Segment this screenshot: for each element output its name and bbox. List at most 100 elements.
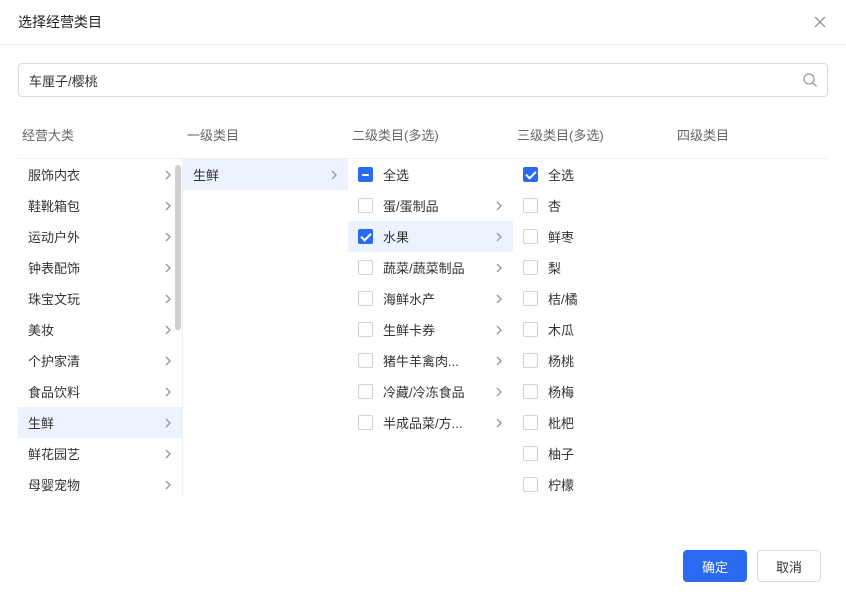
checkbox[interactable]: [523, 322, 538, 337]
list-item[interactable]: 运动户外: [18, 221, 182, 252]
checkbox[interactable]: [358, 229, 373, 244]
item-label: 全选: [383, 165, 505, 184]
list-item[interactable]: 生鲜: [18, 407, 182, 438]
list-item[interactable]: 冷藏/冷冻食品: [348, 376, 513, 407]
search-input[interactable]: [18, 63, 828, 97]
column-3: 全选杏鲜枣梨桔/橘木瓜杨桃杨梅枇杷柚子柠檬: [513, 159, 673, 498]
chevron-right-icon: [493, 324, 505, 336]
search-bar: [18, 63, 828, 97]
column-1: 生鲜: [183, 159, 348, 498]
list-item[interactable]: 猪牛羊禽肉...: [348, 345, 513, 376]
list-item[interactable]: 个护家清: [18, 345, 182, 376]
item-label: 鞋靴箱包: [28, 196, 162, 215]
checkbox[interactable]: [358, 415, 373, 430]
checkbox[interactable]: [523, 198, 538, 213]
list-item[interactable]: 鞋靴箱包: [18, 190, 182, 221]
chevron-right-icon: [162, 169, 174, 181]
item-label: 半成品菜/方...: [383, 413, 493, 432]
checkbox[interactable]: [358, 353, 373, 368]
list-item[interactable]: 杨桃: [513, 345, 673, 376]
checkbox[interactable]: [523, 477, 538, 492]
chevron-right-icon: [162, 293, 174, 305]
columns-header: 经营大类 一级类目 二级类目(多选) 三级类目(多选) 四级类目: [18, 117, 828, 158]
list-item[interactable]: 鲜枣: [513, 221, 673, 252]
item-label: 蛋/蛋制品: [383, 196, 493, 215]
checkbox[interactable]: [358, 291, 373, 306]
dialog-title: 选择经营类目: [18, 12, 102, 32]
cancel-button[interactable]: 取消: [757, 550, 821, 582]
item-label: 猪牛羊禽肉...: [383, 351, 493, 370]
list-item[interactable]: 木瓜: [513, 314, 673, 345]
item-label: 食品饮料: [28, 382, 162, 401]
list-item[interactable]: 杏: [513, 190, 673, 221]
close-icon[interactable]: [812, 14, 828, 30]
checkbox[interactable]: [358, 384, 373, 399]
chevron-right-icon: [493, 200, 505, 212]
item-label: 梨: [548, 258, 665, 277]
checkbox[interactable]: [523, 446, 538, 461]
list-item[interactable]: 海鲜水产: [348, 283, 513, 314]
list-item[interactable]: 水果: [348, 221, 513, 252]
col-header-2: 二级类目(多选): [348, 117, 513, 158]
chevron-right-icon: [493, 262, 505, 274]
checkbox[interactable]: [358, 260, 373, 275]
item-label: 美妆: [28, 320, 162, 339]
checkbox[interactable]: [523, 291, 538, 306]
checkbox[interactable]: [523, 384, 538, 399]
checkbox[interactable]: [523, 167, 538, 182]
list-item[interactable]: 珠宝文玩: [18, 283, 182, 314]
list-item[interactable]: 蔬菜/蔬菜制品: [348, 252, 513, 283]
chevron-right-icon: [162, 262, 174, 274]
list-item[interactable]: 蛋/蛋制品: [348, 190, 513, 221]
list-item[interactable]: 全选: [348, 159, 513, 190]
item-label: 鲜花园艺: [28, 444, 162, 463]
col-header-1: 一级类目: [183, 117, 348, 158]
list-item[interactable]: 美妆: [18, 314, 182, 345]
item-label: 桔/橘: [548, 289, 665, 308]
list-item[interactable]: 母婴宠物: [18, 469, 182, 498]
item-label: 柠檬: [548, 475, 665, 494]
list-item[interactable]: 桔/橘: [513, 283, 673, 314]
item-label: 个护家清: [28, 351, 162, 370]
list-item[interactable]: 杨梅: [513, 376, 673, 407]
list-item[interactable]: 钟表配饰: [18, 252, 182, 283]
search-icon[interactable]: [802, 72, 818, 88]
chevron-right-icon: [493, 386, 505, 398]
chevron-right-icon: [162, 448, 174, 460]
list-item[interactable]: 食品饮料: [18, 376, 182, 407]
checkbox[interactable]: [523, 229, 538, 244]
checkbox[interactable]: [523, 415, 538, 430]
item-label: 服饰内衣: [28, 165, 162, 184]
dialog-header: 选择经营类目: [0, 0, 846, 45]
checkbox[interactable]: [358, 322, 373, 337]
item-label: 全选: [548, 165, 665, 184]
list-item[interactable]: 全选: [513, 159, 673, 190]
list-item[interactable]: 生鲜: [183, 159, 348, 190]
checkbox[interactable]: [358, 167, 373, 182]
item-label: 蔬菜/蔬菜制品: [383, 258, 493, 277]
col-header-3: 三级类目(多选): [513, 117, 673, 158]
confirm-button[interactable]: 确定: [683, 550, 747, 582]
item-label: 生鲜卡券: [383, 320, 493, 339]
chevron-right-icon: [162, 231, 174, 243]
chevron-right-icon: [162, 355, 174, 367]
list-item[interactable]: 生鲜卡券: [348, 314, 513, 345]
list-item[interactable]: 枇杷: [513, 407, 673, 438]
chevron-right-icon: [162, 324, 174, 336]
chevron-right-icon: [493, 293, 505, 305]
checkbox[interactable]: [523, 260, 538, 275]
list-item[interactable]: 半成品菜/方...: [348, 407, 513, 438]
item-label: 杨桃: [548, 351, 665, 370]
checkbox[interactable]: [358, 198, 373, 213]
chevron-right-icon: [162, 200, 174, 212]
list-item[interactable]: 柚子: [513, 438, 673, 469]
item-label: 钟表配饰: [28, 258, 162, 277]
item-label: 水果: [383, 227, 493, 246]
list-item[interactable]: 柠檬: [513, 469, 673, 498]
list-item[interactable]: 鲜花园艺: [18, 438, 182, 469]
list-item[interactable]: 服饰内衣: [18, 159, 182, 190]
checkbox[interactable]: [523, 353, 538, 368]
list-item[interactable]: 梨: [513, 252, 673, 283]
item-label: 珠宝文玩: [28, 289, 162, 308]
chevron-right-icon: [493, 231, 505, 243]
